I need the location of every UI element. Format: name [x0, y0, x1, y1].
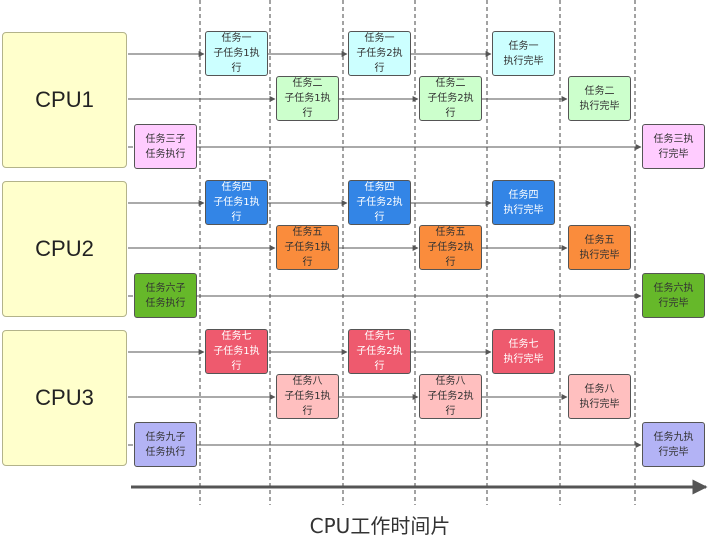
task-box: 任务七 子任务1执 行: [205, 329, 268, 374]
task-box: 任务八 子任务2执 行: [419, 374, 482, 419]
task-box: 任务二 子任务1执 行: [276, 76, 339, 121]
task-box: 任务八 执行完毕: [568, 374, 631, 419]
task-box: 任务九执 行完毕: [642, 422, 705, 467]
cpu-box: CPU3: [2, 330, 127, 466]
task-box: 任务四 子任务2执 行: [348, 180, 411, 225]
task-box: 任务二 子任务2执 行: [419, 76, 482, 121]
task-box: 任务九子 任务执行: [134, 422, 197, 467]
task-box: 任务七 执行完毕: [492, 329, 555, 374]
diagram-caption: CPU工作时间片: [309, 514, 451, 538]
task-box: 任务六执 行完毕: [642, 273, 705, 318]
task-box: 任务六子 任务执行: [134, 273, 197, 318]
task-box: 任务三子 任务执行: [134, 124, 197, 169]
cpu-box: CPU1: [2, 32, 127, 168]
task-box: 任务一 执行完毕: [492, 31, 555, 76]
task-box: 任务三执 行完毕: [642, 124, 705, 169]
task-box: 任务五 子任务1执 行: [276, 225, 339, 270]
task-box: 任务二 执行完毕: [568, 76, 631, 121]
task-box: 任务一 子任务2执 行: [348, 31, 411, 76]
task-box: 任务一 子任务1执 行: [205, 31, 268, 76]
task-box: 任务八 子任务1执 行: [276, 374, 339, 419]
cpu-box: CPU2: [2, 181, 127, 317]
task-box: 任务四 执行完毕: [492, 180, 555, 225]
task-box: 任务五 子任务2执 行: [419, 225, 482, 270]
task-box: 任务五 执行完毕: [568, 225, 631, 270]
task-box: 任务四 子任务1执 行: [205, 180, 268, 225]
task-box: 任务七 子任务2执 行: [348, 329, 411, 374]
